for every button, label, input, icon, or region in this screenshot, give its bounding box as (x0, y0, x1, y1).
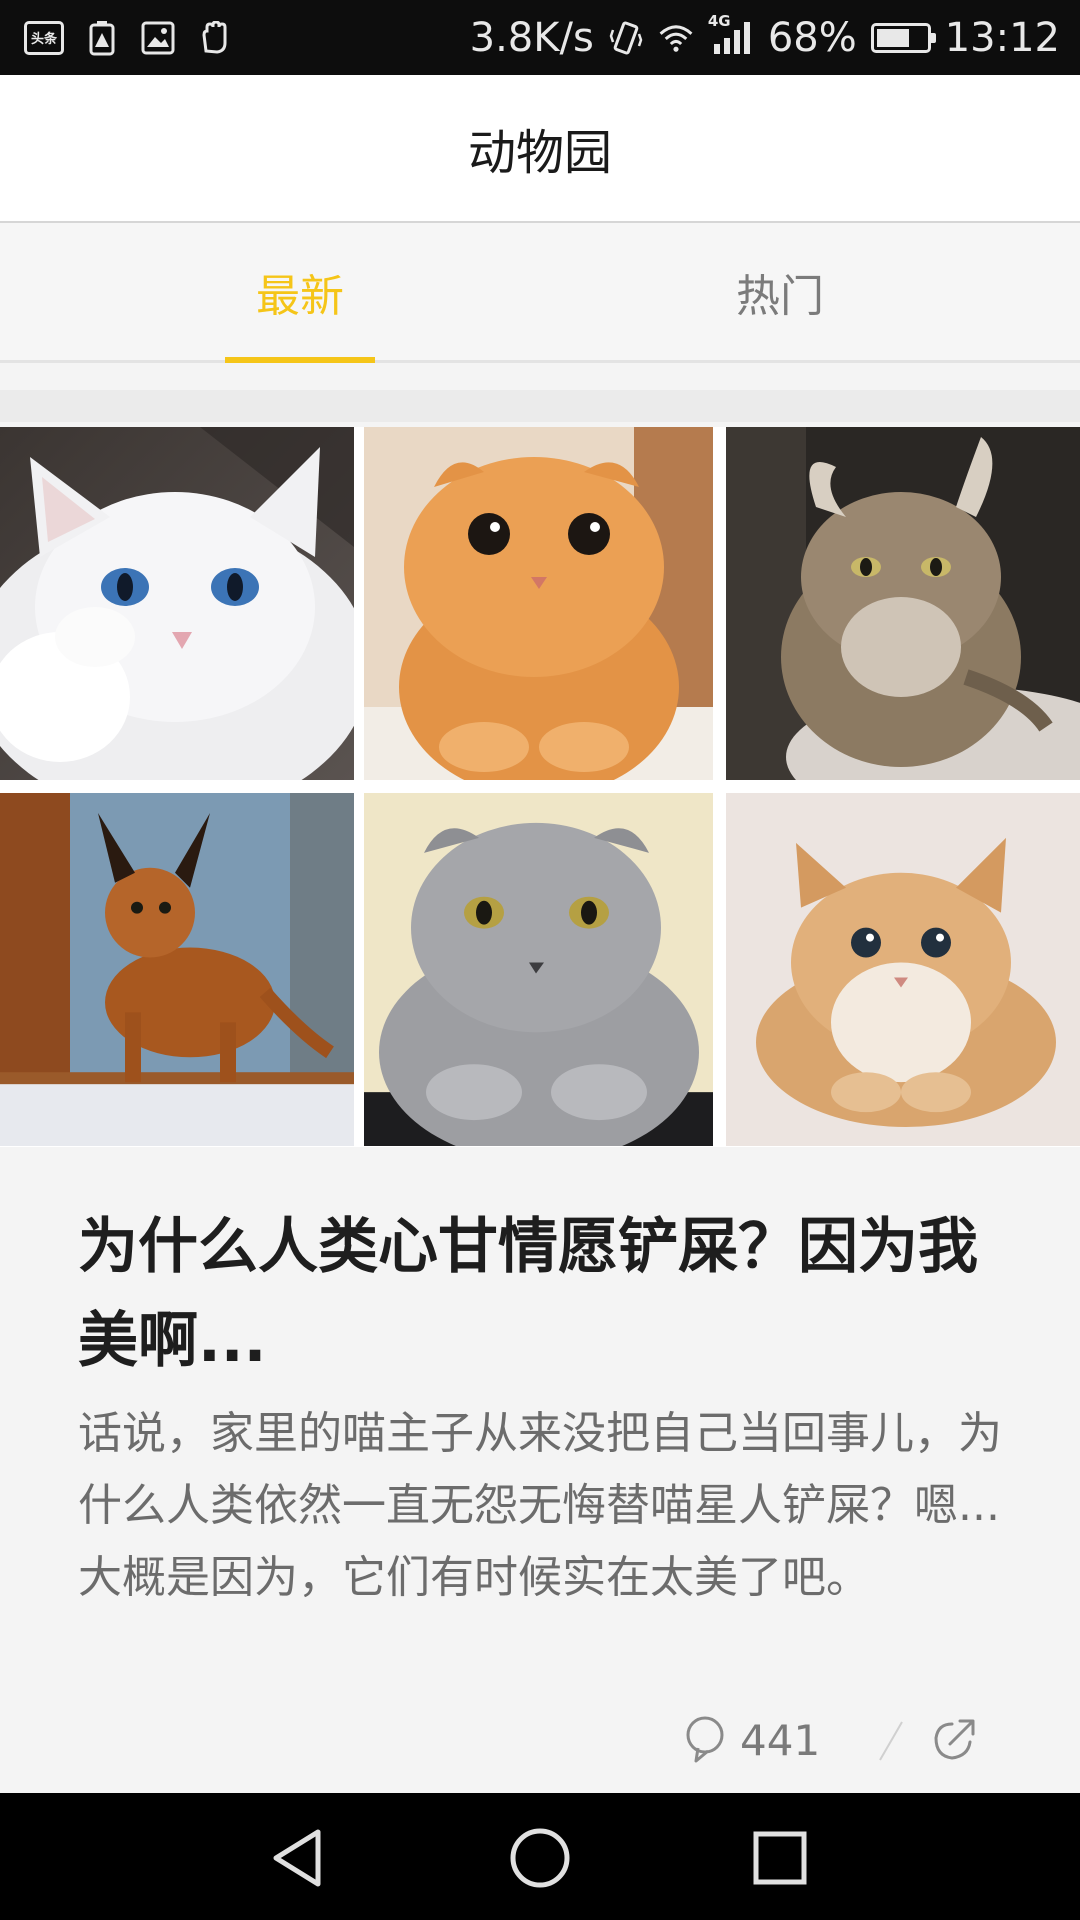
share-icon[interactable] (930, 1716, 978, 1764)
article-title[interactable]: 为什么人类心甘情愿铲屎？因为我美啊... (78, 1200, 1018, 1388)
image-icon (140, 20, 176, 56)
screen: 头条 3.8K/s 4G 68% 13:12 动物园 最新 热门 为什么人类心甘… (0, 0, 1080, 1920)
home-icon[interactable] (500, 1818, 580, 1898)
status-system: 3.8K/s 4G 68% 13:12 (470, 0, 1060, 75)
comment-button[interactable]: 441 (684, 1712, 820, 1768)
wifi-icon (658, 20, 694, 56)
tab-hot[interactable]: 热门 (705, 223, 855, 360)
navigation-bar (0, 1793, 1080, 1920)
article-actions: 441 (0, 1700, 1080, 1780)
active-tab-indicator (225, 357, 375, 363)
news-app-icon: 头条 (24, 20, 64, 55)
tab-bar: 最新 热门 (0, 223, 1080, 363)
article-summary[interactable]: 话说，家里的喵主子从来没把自己当回事儿，为什么人类依然一直无怨无悔替喵星人铲屎？… (78, 1398, 1018, 1614)
tab-latest[interactable]: 最新 (225, 223, 375, 360)
vibrate-icon (608, 20, 644, 56)
comment-count: 441 (740, 1715, 821, 1765)
recents-icon[interactable] (740, 1818, 820, 1898)
image-white-cat[interactable] (0, 427, 354, 780)
comment-icon (686, 1716, 724, 1763)
clock: 13:12 (944, 14, 1060, 61)
signal-icon: 4G (708, 12, 754, 56)
image-orange-cat[interactable] (364, 427, 713, 780)
image-golden-cat[interactable] (726, 793, 1080, 1146)
title-bar: 动物园 (0, 75, 1080, 223)
section-divider (0, 390, 1080, 422)
image-caracal-kitten[interactable] (0, 793, 354, 1146)
back-icon[interactable] (260, 1818, 340, 1898)
image-fluffy-cat[interactable] (726, 427, 1080, 780)
action-divider (879, 1721, 903, 1761)
network-speed: 3.8K/s (469, 14, 594, 61)
battery-alert-icon (84, 20, 120, 56)
network-type: 4G (707, 11, 731, 30)
battery-icon (870, 22, 936, 53)
page-title: 动物园 (467, 125, 612, 181)
status-bar: 头条 3.8K/s 4G 68% 13:12 (0, 0, 1080, 75)
battery-level (876, 28, 910, 47)
status-notifications: 头条 (0, 20, 232, 56)
hand-icon (196, 20, 232, 56)
article-image-grid (0, 427, 1080, 1147)
battery-percent: 68% (767, 14, 857, 61)
image-grey-fold-cat[interactable] (364, 793, 713, 1146)
